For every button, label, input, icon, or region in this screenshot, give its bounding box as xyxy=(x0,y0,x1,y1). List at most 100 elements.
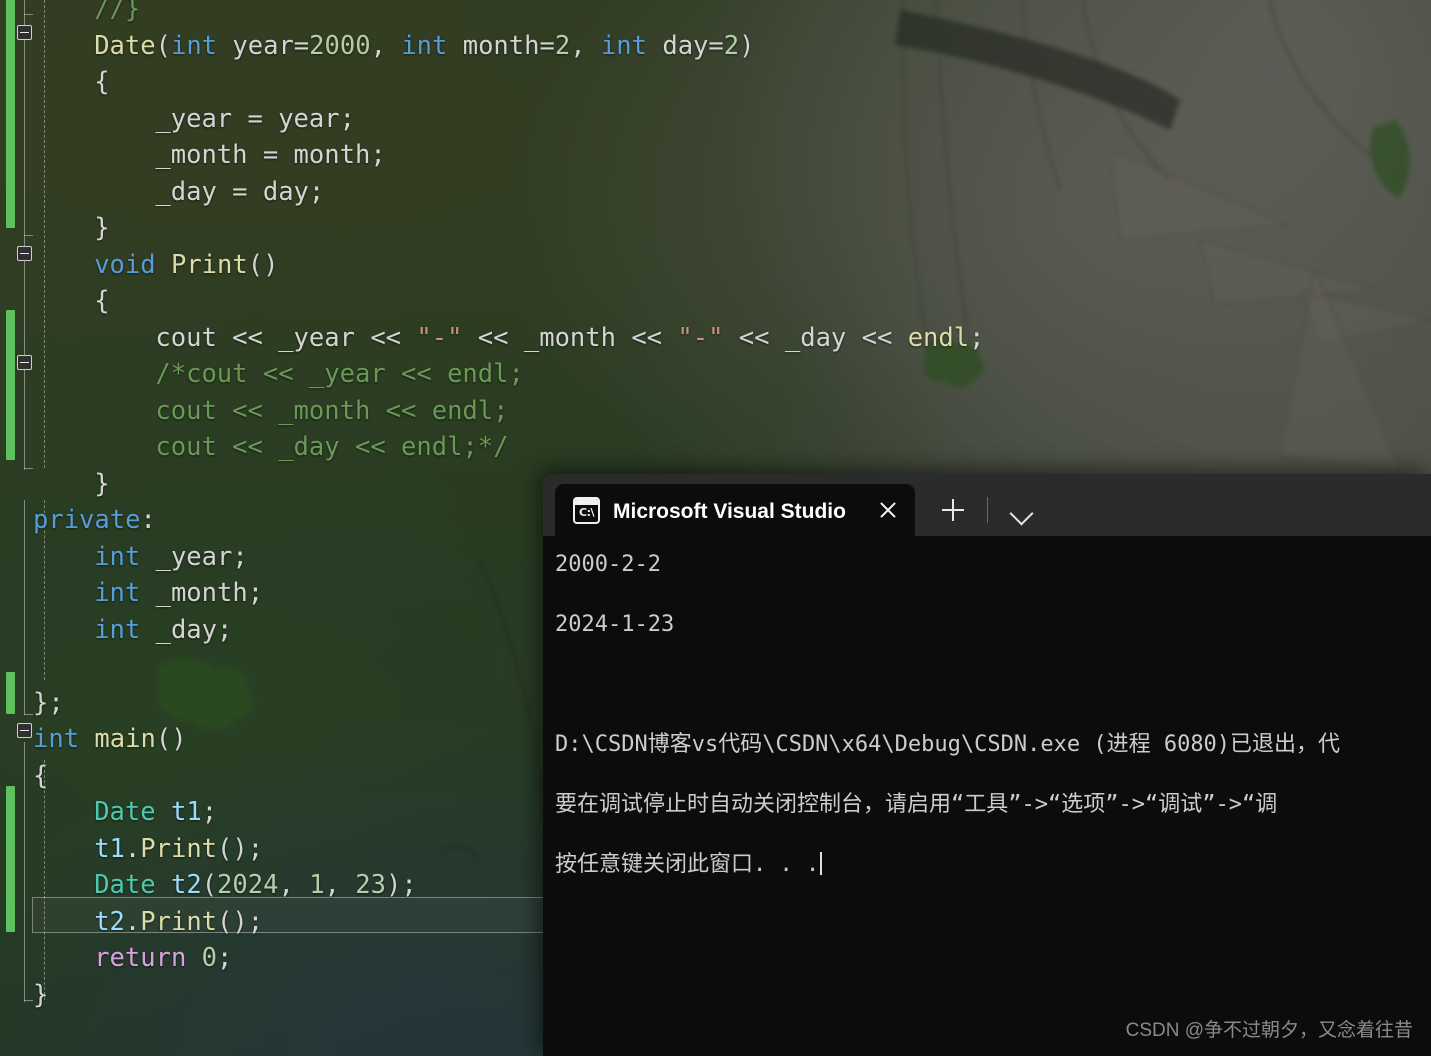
code-token: } xyxy=(33,979,49,1010)
code-token: = xyxy=(708,30,724,61)
code-token: ) xyxy=(739,30,755,61)
terminal-icon: C:\ xyxy=(573,496,600,524)
code-token: int xyxy=(33,724,80,754)
code-token: << _day << xyxy=(723,322,908,353)
code-token: t1 xyxy=(94,833,125,864)
code-token: 23 xyxy=(355,870,386,900)
console-output-area[interactable]: 2000-2-2 2024-1-23 D:\CSDN博客vs代码\CSDN\x6… xyxy=(543,536,1431,1056)
csdn-watermark: CSDN @争不过朝夕，又念着往昔 xyxy=(1125,1020,1413,1041)
code-token: ( xyxy=(201,870,218,900)
code-token: 1 xyxy=(309,870,325,900)
code-token: cout << _day << endl;*/ xyxy=(155,432,509,462)
tabbar-divider xyxy=(987,497,988,523)
code-token: ( xyxy=(155,30,171,61)
code-token: , xyxy=(570,30,601,61)
code-token: } xyxy=(94,468,110,499)
code-token: 2024 xyxy=(217,870,279,900)
code-token: int xyxy=(401,30,448,61)
code-line[interactable]: cout << _year << "-" << _month << "-" <<… xyxy=(0,320,1431,357)
code-token: . xyxy=(124,833,141,864)
code-token: _day; xyxy=(140,614,233,645)
code-token: main xyxy=(94,724,156,754)
code-token: return xyxy=(94,943,187,973)
code-token: = xyxy=(539,30,555,61)
code-token: day xyxy=(646,30,709,61)
code-token: << _month << xyxy=(462,322,678,353)
console-output-text: 2000-2-2 2024-1-23 D:\CSDN博客vs代码\CSDN\x6… xyxy=(555,550,1431,910)
code-token: _year = year; xyxy=(155,103,355,134)
code-token: t1 xyxy=(170,797,202,827)
code-token: ; xyxy=(969,322,985,353)
screen-root: //} Date(int year=2000, int month=2, int … xyxy=(0,0,1431,1056)
code-token: , xyxy=(370,30,402,61)
code-token: int xyxy=(94,614,141,645)
code-line[interactable]: void Print() xyxy=(0,247,1431,284)
code-token: , xyxy=(278,870,310,900)
code-token: month xyxy=(447,30,540,61)
code-token: //} xyxy=(94,0,141,24)
code-token: Date xyxy=(94,870,156,900)
code-token: Date xyxy=(94,797,156,827)
code-token: "-" xyxy=(677,322,724,353)
code-token: { xyxy=(94,67,110,97)
code-token: int xyxy=(94,541,141,572)
code-line[interactable]: } xyxy=(0,210,1431,247)
code-token: 2 xyxy=(554,30,571,61)
text-caret xyxy=(820,852,823,875)
console-line: 2000-2-2 xyxy=(555,552,661,577)
code-token: ); xyxy=(385,870,417,900)
code-line[interactable]: { xyxy=(0,283,1431,320)
code-token: . xyxy=(124,906,141,937)
console-tabbar-actions[interactable] xyxy=(915,484,1044,536)
code-token: { xyxy=(94,286,110,316)
code-token: Print xyxy=(140,906,218,937)
code-token: int xyxy=(600,30,647,61)
code-token: () xyxy=(247,249,279,280)
code-line[interactable]: _month = month; xyxy=(0,137,1431,174)
code-token: { xyxy=(33,760,49,791)
code-token: cout << _year << xyxy=(155,322,417,353)
console-tab-title: Microsoft Visual Studio 调试控 xyxy=(613,500,852,523)
new-tab-icon[interactable] xyxy=(931,488,975,532)
code-line[interactable]: Date(int year=2000, int month=2, int day… xyxy=(0,28,1431,65)
code-line[interactable]: cout << _day << endl;*/ xyxy=(0,429,1431,466)
code-token: t2 xyxy=(170,870,202,900)
code-token: void xyxy=(94,249,156,280)
console-titlebar[interactable]: C:\ Microsoft Visual Studio 调试控 xyxy=(543,474,1431,536)
chevron-down-icon[interactable] xyxy=(1000,488,1044,532)
code-token: , xyxy=(324,870,356,900)
debug-console-window[interactable]: C:\ Microsoft Visual Studio 调试控 2000-2-2… xyxy=(543,474,1431,1056)
console-tab[interactable]: C:\ Microsoft Visual Studio 调试控 xyxy=(555,484,915,536)
code-token: t2 xyxy=(94,906,125,937)
code-token: cout << _month << endl; xyxy=(155,395,509,426)
code-token: endl xyxy=(907,322,970,353)
code-token: = xyxy=(293,30,310,61)
code-token: : xyxy=(140,505,156,535)
code-token: } xyxy=(94,213,110,243)
code-token: Date xyxy=(94,30,156,61)
console-line: D:\CSDN博客vs代码\CSDN\x64\Debug\CSDN.exe (进… xyxy=(555,732,1341,757)
code-line[interactable]: /*cout << _year << endl; xyxy=(0,356,1431,393)
code-token: _year; xyxy=(140,541,248,572)
code-token: (); xyxy=(217,906,264,937)
code-line[interactable]: cout << _month << endl; xyxy=(0,393,1431,430)
code-token: () xyxy=(155,724,187,754)
close-icon[interactable] xyxy=(873,495,903,525)
code-token: int xyxy=(94,578,141,608)
code-line[interactable]: _year = year; xyxy=(0,101,1431,138)
code-token: _day = day; xyxy=(155,176,325,207)
code-line[interactable]: _day = day; xyxy=(0,174,1431,211)
code-token: _month = month; xyxy=(155,140,386,170)
code-token: 2000 xyxy=(309,30,371,61)
code-token: Print xyxy=(170,249,248,280)
code-token: }; xyxy=(33,687,64,718)
code-line[interactable]: //} xyxy=(0,0,1431,28)
code-line[interactable]: { xyxy=(0,64,1431,101)
code-token: int xyxy=(170,30,218,61)
code-token: ; xyxy=(217,943,233,973)
code-token: Print xyxy=(140,833,218,864)
code-token: private xyxy=(33,505,141,535)
